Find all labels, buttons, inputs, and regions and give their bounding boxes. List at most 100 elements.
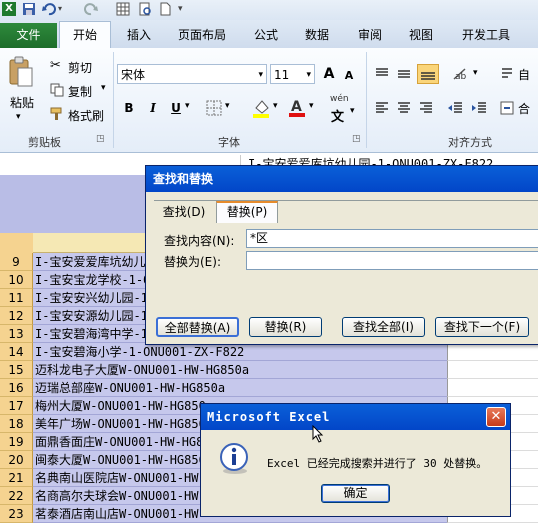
tab-home[interactable]: 开始 xyxy=(59,21,111,49)
empty-cell[interactable] xyxy=(447,361,538,379)
copy-button[interactable]: 复制 xyxy=(68,83,92,100)
row-number[interactable]: 9 xyxy=(0,253,33,271)
underline-button[interactable]: U xyxy=(167,99,185,117)
align-bottom-icon[interactable] xyxy=(417,64,439,84)
tab-developer[interactable]: 开发工具 xyxy=(455,25,517,45)
table-icon[interactable] xyxy=(116,2,130,16)
replace-input[interactable] xyxy=(246,251,538,270)
row-number[interactable]: 17 xyxy=(0,397,33,415)
merge-center-icon[interactable] xyxy=(500,100,514,119)
find-all-button[interactable]: 查找全部(I) xyxy=(342,317,425,337)
tab-formulas[interactable]: 公式 xyxy=(248,25,284,45)
row-number[interactable]: 14 xyxy=(0,343,33,361)
phonetic-dropdown-icon[interactable]: ▾ xyxy=(350,106,355,116)
row-number[interactable]: 13 xyxy=(0,325,33,343)
empty-cell[interactable] xyxy=(447,343,538,361)
phonetic-label[interactable]: wén xyxy=(330,94,349,104)
paste-icon[interactable] xyxy=(8,56,34,88)
row-number[interactable]: 16 xyxy=(0,379,33,397)
font-launcher-icon[interactable]: ◳ xyxy=(352,134,361,144)
align-right-icon[interactable] xyxy=(418,100,434,119)
new-document-icon[interactable] xyxy=(158,2,172,16)
row-number[interactable]: 11 xyxy=(0,289,33,307)
align-left-icon[interactable] xyxy=(374,100,390,119)
format-painter-button[interactable]: 格式刷 xyxy=(68,107,104,124)
tab-view[interactable]: 视图 xyxy=(403,25,439,45)
row-number[interactable]: 19 xyxy=(0,433,33,451)
replace-button[interactable]: 替换(R) xyxy=(249,317,322,337)
cell[interactable]: 迈科龙电子大厦W-ONU001-HW-HG850a xyxy=(33,361,447,379)
cut-button[interactable]: 剪切 xyxy=(68,59,92,76)
copy-icon[interactable] xyxy=(50,83,64,100)
fill-color-dropdown-icon[interactable]: ▾ xyxy=(273,101,278,111)
fill-color-icon[interactable] xyxy=(252,98,270,121)
row-number[interactable]: 12 xyxy=(0,307,33,325)
customize-qat-icon[interactable]: ▾ xyxy=(178,2,192,16)
cell[interactable]: I-宝安碧海小学-1-ONU001-ZX-F822 xyxy=(33,343,447,361)
orientation-dropdown-icon[interactable]: ▾ xyxy=(473,68,478,78)
empty-cell[interactable] xyxy=(447,379,538,397)
font-size-dropdown-icon[interactable]: ▾ xyxy=(306,65,311,85)
clipboard-launcher-icon[interactable]: ◳ xyxy=(96,134,105,144)
cell[interactable]: 迈瑞总部座W-ONU001-HW-HG850a xyxy=(33,379,447,397)
increase-indent-icon[interactable] xyxy=(470,100,488,119)
undo-dropdown-icon[interactable]: ▾ xyxy=(58,2,72,16)
redo-icon[interactable] xyxy=(84,2,98,16)
format-painter-icon[interactable] xyxy=(50,107,64,124)
row-number[interactable]: 20 xyxy=(0,451,33,469)
ok-button[interactable]: 确定 xyxy=(321,484,390,503)
font-color-dropdown-icon[interactable]: ▾ xyxy=(309,101,314,111)
font-color-icon[interactable]: A xyxy=(288,97,306,120)
tab-find[interactable]: 查找(D) xyxy=(158,203,210,221)
decrease-indent-icon[interactable] xyxy=(446,100,464,119)
shrink-font-icon[interactable]: A xyxy=(340,67,358,85)
copy-dropdown-icon[interactable]: ▾ xyxy=(101,83,106,93)
font-name-combo[interactable]: 宋体 ▾ xyxy=(117,64,267,84)
close-icon[interactable]: ✕ xyxy=(486,407,506,427)
align-middle-icon[interactable] xyxy=(396,66,412,85)
quick-access-toolbar: X ▾ ▾ xyxy=(0,0,538,20)
bold-button[interactable]: B xyxy=(120,99,138,117)
tab-page-layout[interactable]: 页面布局 xyxy=(171,25,233,45)
table-row: 14 I-宝安碧海小学-1-ONU001-ZX-F822 xyxy=(0,343,538,361)
row-number[interactable]: 18 xyxy=(0,415,33,433)
borders-icon[interactable] xyxy=(206,100,222,119)
phonetic-guide-icon[interactable]: 文 xyxy=(331,106,344,125)
italic-button[interactable]: I xyxy=(144,99,162,117)
tab-insert[interactable]: 插入 xyxy=(121,25,157,45)
align-center-icon[interactable] xyxy=(396,100,412,119)
find-replace-title[interactable]: 查找和替换 xyxy=(146,166,538,192)
replace-all-button[interactable]: 全部替换(A) xyxy=(156,317,239,337)
find-next-button[interactable]: 查找下一个(F) xyxy=(435,317,529,337)
cut-icon[interactable]: ✂ xyxy=(50,58,61,73)
tab-replace[interactable]: 替换(P) xyxy=(216,201,278,223)
wrap-text-icon[interactable] xyxy=(500,66,514,85)
excel-logo-icon[interactable]: X xyxy=(2,2,16,16)
message-box-title[interactable]: Microsoft Excel xyxy=(201,404,510,430)
paste-button[interactable]: 粘贴 xyxy=(10,94,34,111)
paste-dropdown-icon[interactable]: ▾ xyxy=(16,112,21,122)
row-number[interactable]: 10 xyxy=(0,271,33,289)
align-top-icon[interactable] xyxy=(374,66,390,85)
row-number[interactable]: 21 xyxy=(0,469,33,487)
row-number[interactable]: 22 xyxy=(0,487,33,505)
tab-file[interactable]: 文件 xyxy=(0,23,57,48)
row-number[interactable]: 15 xyxy=(0,361,33,379)
table-row: 16 迈瑞总部座W-ONU001-HW-HG850a xyxy=(0,379,538,397)
font-size-combo[interactable]: 11 ▾ xyxy=(270,64,315,84)
borders-dropdown-icon[interactable]: ▾ xyxy=(225,101,230,111)
undo-icon[interactable] xyxy=(42,2,56,16)
tab-data[interactable]: 数据 xyxy=(299,25,335,45)
message-text: Excel 已经完成搜索并进行了 30 处替换。 xyxy=(267,457,488,470)
row-number[interactable]: 23 xyxy=(0,505,33,523)
print-preview-icon[interactable] xyxy=(138,2,152,16)
font-name-dropdown-icon[interactable]: ▾ xyxy=(258,65,263,85)
wrap-text-label[interactable]: 自 xyxy=(518,66,530,83)
text-orientation-icon[interactable]: ab xyxy=(451,65,471,86)
tab-review[interactable]: 审阅 xyxy=(352,25,388,45)
merge-center-label[interactable]: 合 xyxy=(518,100,530,117)
grow-font-icon[interactable]: A xyxy=(320,65,338,83)
save-icon[interactable] xyxy=(22,2,36,16)
underline-dropdown-icon[interactable]: ▾ xyxy=(185,101,190,111)
find-input[interactable]: *区 xyxy=(246,229,538,248)
